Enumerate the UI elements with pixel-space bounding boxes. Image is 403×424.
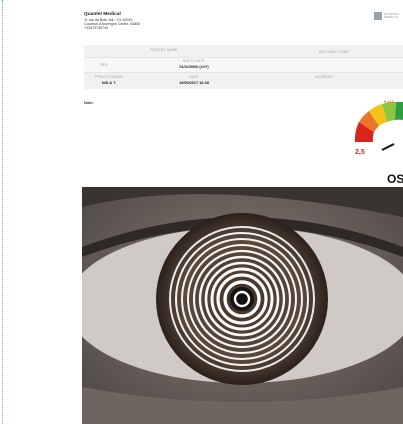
practitioner-label: PRACTITIONER: [95, 75, 123, 79]
patient-name-label: PATIENT NAME: [150, 48, 178, 52]
gauge-segment: [395, 101, 403, 120]
gauge-scale-label: ft 4/10: [384, 100, 394, 104]
delivery-code-label: DELIVERY CODE: [319, 50, 349, 54]
sex-label: SEX: [100, 63, 108, 67]
table-row: PATIENT NAME DELIVERY CODE: [84, 45, 403, 57]
table-row: SEX BIRTH DATE 01/01/0000 (##Y): [84, 57, 403, 73]
eye-side-label: OS: [387, 172, 403, 186]
birth-date-value: 01/01/0000 (##Y): [179, 65, 209, 69]
date-label: DATE: [189, 75, 199, 79]
logo-text: MEDICAL: [384, 15, 399, 19]
table-row: PRACTITIONER N/D & T. DATE 19/09/2017 16…: [84, 72, 403, 89]
eye-topography-image: [82, 187, 403, 424]
patient-info-table: PATIENT NAME DELIVERY CODE SEX BIRTH DAT…: [84, 45, 403, 89]
date-value: 19/09/2017 16:28: [179, 81, 209, 85]
gauge-value: 2,5: [355, 149, 365, 156]
note-label: Note:: [84, 101, 94, 105]
logo-icon: [374, 12, 382, 20]
company-logo: QUANTEL MEDICAL: [374, 10, 403, 22]
pupil: [230, 287, 254, 311]
practitioner-value: N/D & T.: [101, 81, 117, 85]
gauge-arc: [354, 101, 403, 142]
birth-date-label: BIRTH DATE: [183, 59, 205, 63]
clinic-phone: +33473745745: [84, 26, 109, 31]
opacity-gauge: 2,5 ft 4/10: [354, 100, 403, 156]
address-label: ADDRESS: [315, 75, 333, 79]
gauge-needle: [381, 143, 395, 151]
page-border: [2, 0, 3, 424]
eye-photo: [82, 187, 403, 424]
clinic-header: Quantel Medical 11 rue du Bois Joli - CS…: [84, 12, 324, 31]
